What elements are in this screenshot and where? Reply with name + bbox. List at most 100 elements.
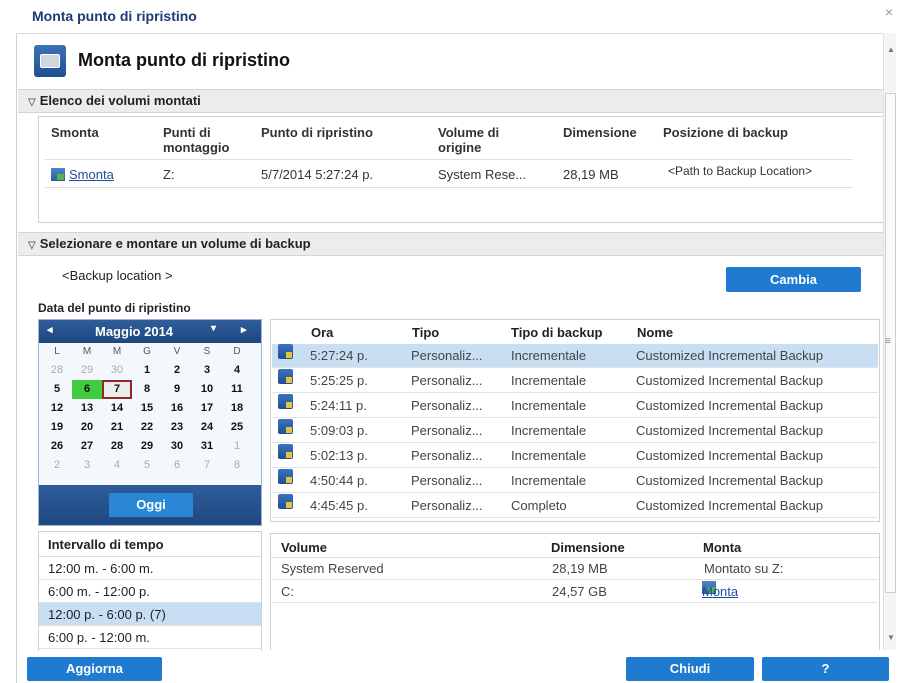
calendar-day[interactable]: 19 — [42, 418, 72, 437]
calendar-day[interactable]: 5 — [132, 456, 162, 475]
backup-type-cell: Incrementale — [511, 448, 587, 463]
calendar-grid: L M M G V S D 28 29 30 1 2 3 4 5 6 7 8 9 10 11 12 13 14 15 16 17 18… — [39, 343, 261, 475]
column-header-mount-points[interactable]: Punti di montaggio — [163, 125, 229, 155]
left-border — [16, 33, 17, 683]
calendar-day[interactable]: 8 — [222, 456, 252, 475]
calendar-day[interactable]: 2 — [42, 456, 72, 475]
column-header-size[interactable]: Dimensione — [563, 125, 637, 140]
calendar-day[interactable]: 20 — [72, 418, 102, 437]
mounted-volumes-section-header[interactable]: ▽ Elenco dei volumi montati — [18, 89, 887, 113]
section-title: Selezionare e montare un volume di backu… — [39, 236, 311, 251]
calendar-day-today[interactable]: 6 — [72, 380, 102, 399]
calendar-day[interactable]: 30 — [162, 437, 192, 456]
calendar-day[interactable]: 3 — [72, 456, 102, 475]
column-header-restore-point[interactable]: Punto di ripristino — [261, 125, 373, 140]
table-row[interactable]: 5:24:11 p. Personaliz... Incrementale Custo… — [272, 394, 878, 418]
weekday-label: L — [54, 346, 60, 357]
calendar-day[interactable]: 31 — [192, 437, 222, 456]
calendar-day[interactable]: 26 — [42, 437, 72, 456]
table-row[interactable]: 4:50:44 p. Personaliz... Incrementale Custo… — [272, 469, 878, 493]
time-interval-item[interactable]: 6:00 p. - 12:00 m. — [39, 626, 261, 649]
column-header-type[interactable]: Tipo — [412, 325, 439, 340]
calendar-day[interactable]: 1 — [222, 437, 252, 456]
volumes-table: Volume Dimensione Monta System Reserved … — [270, 533, 880, 650]
calendar-day-selected[interactable]: 7 — [102, 380, 132, 399]
close-icon[interactable]: × — [885, 4, 893, 20]
recovery-point-icon — [278, 419, 293, 434]
column-header-smonta[interactable]: Smonta — [51, 125, 99, 140]
calendar-day[interactable]: 9 — [162, 380, 192, 399]
time-cell: 4:45:45 p. — [310, 498, 368, 513]
table-row[interactable]: 5:02:13 p. Personaliz... Incrementale Custo… — [272, 444, 878, 468]
calendar-day[interactable]: 16 — [162, 399, 192, 418]
calendar-day[interactable]: 25 — [222, 418, 252, 437]
time-interval-item[interactable]: 6:00 m. - 12:00 p. — [39, 580, 261, 603]
column-header-volume[interactable]: Volume — [281, 540, 327, 555]
calendar-day[interactable]: 17 — [192, 399, 222, 418]
mount-disk-icon — [34, 45, 66, 77]
weekday-label: M — [112, 346, 122, 357]
column-header-time[interactable]: Ora — [311, 325, 333, 340]
table-row[interactable]: System Reserved 28,19 MB Montato su Z: — [272, 558, 878, 580]
column-header-mount[interactable]: Monta — [703, 540, 741, 555]
calendar-day[interactable]: 13 — [72, 399, 102, 418]
calendar-day[interactable]: 27 — [72, 437, 102, 456]
help-button[interactable]: ? — [762, 657, 889, 681]
calendar-day[interactable]: 11 — [222, 380, 252, 399]
select-mount-section-header[interactable]: ▽ Selezionare e montare un volume di back… — [18, 232, 887, 256]
calendar-day[interactable]: 15 — [132, 399, 162, 418]
calendar-day[interactable]: 10 — [192, 380, 222, 399]
month-dropdown-icon[interactable]: ▾ — [211, 323, 216, 334]
column-header-backup-location[interactable]: Posizione di backup — [663, 125, 788, 140]
next-month-icon[interactable]: ▸ — [241, 323, 247, 336]
calendar-day[interactable]: 1 — [132, 361, 162, 380]
calendar-day[interactable]: 28 — [42, 361, 72, 380]
calendar-day[interactable]: 29 — [72, 361, 102, 380]
calendar-day[interactable]: 30 — [102, 361, 132, 380]
calendar-day[interactable]: 8 — [132, 380, 162, 399]
change-button[interactable]: Cambia — [726, 267, 861, 292]
calendar-day[interactable]: 3 — [192, 361, 222, 380]
table-row[interactable]: C: 24,57 GB Monta — [272, 581, 878, 603]
time-interval-item-selected[interactable]: 12:00 p. - 6:00 p. (7) — [39, 603, 261, 626]
table-row[interactable]: 5:25:25 p. Personaliz... Incrementale Custo… — [272, 369, 878, 393]
calendar-day[interactable]: 21 — [102, 418, 132, 437]
column-header-size[interactable]: Dimensione — [551, 540, 625, 555]
column-header-name[interactable]: Nome — [637, 325, 673, 340]
calendar-day[interactable]: 5 — [42, 380, 72, 399]
calendar-day[interactable]: 14 — [102, 399, 132, 418]
calendar-day[interactable]: 4 — [222, 361, 252, 380]
unmount-link[interactable]: Smonta — [51, 167, 114, 182]
prev-month-icon[interactable]: ◂ — [47, 323, 53, 336]
scroll-up-icon[interactable]: ▲ — [887, 45, 895, 54]
table-row[interactable]: 5:09:03 p. Personaliz... Incrementale Custo… — [272, 419, 878, 443]
table-row[interactable]: 4:45:45 p. Personaliz... Completo Customize… — [272, 494, 878, 518]
calendar-day[interactable]: 18 — [222, 399, 252, 418]
column-header-source-volume[interactable]: Volume di origine — [438, 125, 499, 155]
recovery-point-icon — [278, 344, 293, 359]
today-button[interactable]: Oggi — [109, 493, 193, 517]
name-cell: Customized Incremental Backup — [636, 498, 824, 513]
time-interval-item[interactable]: 12:00 m. - 6:00 m. — [39, 557, 261, 580]
vertical-scrollbar[interactable]: ▲ ≡ ▼ — [883, 33, 896, 650]
calendar-day[interactable]: 29 — [132, 437, 162, 456]
close-button[interactable]: Chiudi — [626, 657, 754, 681]
type-cell: Personaliz... — [411, 423, 483, 438]
column-header-backup-type[interactable]: Tipo di backup — [511, 325, 603, 340]
calendar-day[interactable]: 6 — [162, 456, 192, 475]
page-title: Monta punto di ripristino — [78, 50, 290, 70]
calendar-footer: Oggi — [39, 485, 261, 525]
scroll-down-icon[interactable]: ▼ — [887, 633, 895, 642]
calendar-day[interactable]: 24 — [192, 418, 222, 437]
backup-type-cell: Completo — [511, 498, 567, 513]
calendar-day[interactable]: 4 — [102, 456, 132, 475]
calendar-day[interactable]: 2 — [162, 361, 192, 380]
calendar-day[interactable]: 22 — [132, 418, 162, 437]
calendar-day[interactable]: 28 — [102, 437, 132, 456]
refresh-button[interactable]: Aggiorna — [27, 657, 162, 681]
calendar-day[interactable]: 12 — [42, 399, 72, 418]
calendar-day[interactable]: 23 — [162, 418, 192, 437]
calendar-month-label[interactable]: Maggio 2014 — [95, 324, 173, 339]
calendar-day[interactable]: 7 — [192, 456, 222, 475]
table-row[interactable]: 5:27:24 p. Personaliz... Incrementale Custo… — [272, 344, 878, 368]
